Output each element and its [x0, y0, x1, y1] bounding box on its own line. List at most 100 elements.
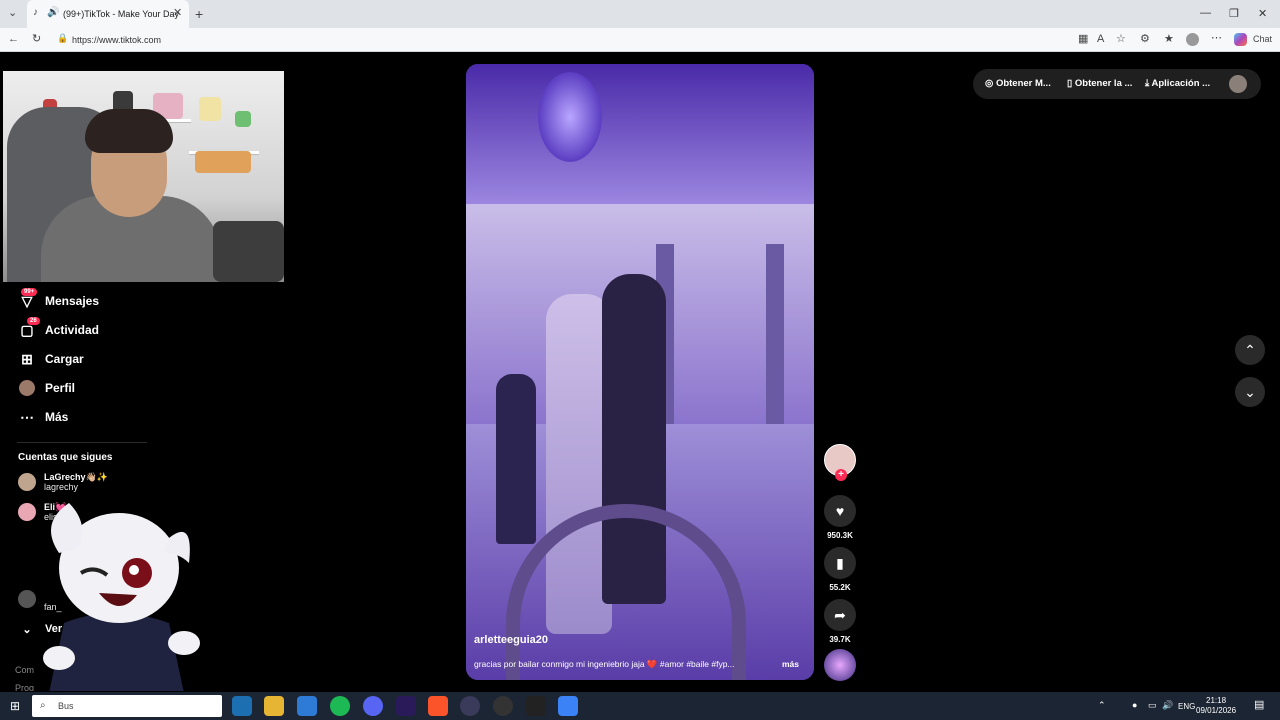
clock-date: 09/01/2026 — [1196, 706, 1237, 715]
messages-badge: 99+ — [21, 288, 38, 296]
user-avatar[interactable] — [1229, 75, 1247, 93]
sidebar-item-label: Más — [45, 410, 69, 424]
back-icon[interactable]: ← — [8, 34, 19, 45]
chevron-down-icon: ⌄ — [1244, 384, 1256, 400]
refresh-icon[interactable]: ↻ — [32, 34, 41, 45]
get-app-button[interactable]: ▯ Obtener la ... — [1067, 78, 1132, 89]
close-window-icon[interactable]: ✕ — [1258, 7, 1267, 20]
previous-video-button[interactable]: ⌃ — [1235, 335, 1265, 365]
microphone-icon[interactable]: ● — [1132, 701, 1137, 710]
address-bar: ← ↻ 🔒 https://www.tiktok.com ▦ A ☆ ⚙ ★ ⋯… — [0, 28, 1280, 52]
new-tab-icon[interactable]: + — [195, 7, 203, 21]
brave-app-icon[interactable] — [428, 696, 448, 716]
video-username[interactable]: arletteeguia20 — [474, 634, 548, 646]
copilot-icon[interactable] — [1234, 33, 1247, 46]
language-indicator[interactable]: ENG — [1178, 702, 1195, 711]
edge-app-icon[interactable] — [232, 696, 252, 716]
mascot-overlay — [43, 503, 200, 691]
like-count: 950.3K — [827, 531, 853, 540]
phone-icon: ▯ — [1067, 78, 1075, 89]
avatar — [18, 473, 36, 491]
next-video-button[interactable]: ⌄ — [1235, 377, 1265, 407]
favorites-icon[interactable]: ★ — [1164, 34, 1174, 45]
webcam-microphone — [213, 221, 284, 282]
more-icon: ⋯ — [20, 409, 34, 425]
webcam-figure — [199, 97, 221, 121]
caption-more-link[interactable]: más — [782, 659, 799, 669]
copilot-chat-label[interactable]: Chat — [1253, 35, 1272, 44]
following-heading: Cuentas que sigues — [18, 452, 113, 463]
translate-icon[interactable]: A — [1097, 34, 1104, 45]
video-scene-chandelier — [538, 72, 602, 162]
sidebar-item-label: Actividad — [45, 323, 100, 337]
tray-chevron-icon[interactable]: ⌃ — [1098, 701, 1106, 710]
sidebar-divider — [17, 442, 147, 443]
video-scene-child — [496, 374, 536, 544]
chevron-up-icon: ⌃ — [1244, 342, 1256, 358]
account-handle: lagrechy — [44, 482, 79, 492]
share-arrow-icon: ➦ — [834, 607, 846, 623]
profile-avatar-icon — [19, 380, 35, 396]
taskbar-clock[interactable]: 21:18 09/01/2026 — [1196, 696, 1236, 716]
favorite-star-icon[interactable]: ☆ — [1116, 34, 1126, 45]
video-scene-ceiling — [466, 64, 814, 204]
upload-icon: ⊞ — [21, 351, 33, 367]
get-coins-label: Obtener M... — [995, 78, 1051, 89]
app-icon[interactable] — [558, 696, 578, 716]
webcam-person-hair — [85, 109, 173, 153]
menu-dots-icon[interactable]: ⋯ — [1211, 33, 1222, 44]
tab-title: (99+)TikTok - Make Your Day — [63, 9, 179, 19]
follow-plus-icon[interactable]: + — [835, 469, 847, 481]
top-actions-bar: ◎ Obtener M... ▯ Obtener la ... ⤓ Aplica… — [973, 69, 1261, 99]
coin-icon: ◎ — [985, 78, 996, 89]
extensions-icon[interactable]: ⚙ — [1140, 34, 1150, 45]
tiktok-favicon-icon: ♪ — [33, 7, 38, 18]
profile-icon[interactable] — [1186, 33, 1199, 46]
network-icon[interactable]: ▭ — [1148, 701, 1157, 710]
spotify-app-icon[interactable] — [330, 696, 350, 716]
like-button[interactable]: ♥ — [824, 495, 856, 527]
app-available-icon[interactable]: ▦ — [1078, 34, 1088, 45]
browser-tab[interactable]: ♪ 🔊 (99+)TikTok - Make Your Day ✕ — [27, 0, 189, 28]
windows-taskbar: ⊞ ⌕ Bus ⌃ ● ▭ 🔊 ENG 21:18 09/01/2026 ▤ — [0, 692, 1280, 720]
share-count: 39.7K — [829, 635, 851, 644]
get-app-label: Obtener la ... — [1074, 78, 1133, 89]
url-field[interactable]: https://www.tiktok.com — [72, 35, 161, 45]
notification-icon[interactable]: ▤ — [1254, 700, 1264, 711]
windows-start-icon[interactable]: ⊞ — [10, 700, 20, 712]
tiktok-page: ▽ 99+ Mensajes ▢ 26 Actividad ⊞ Cargar P… — [3, 53, 1277, 691]
app-icon[interactable] — [460, 696, 480, 716]
activity-badge: 26 — [27, 317, 40, 325]
sidebar-item-label: Cargar — [45, 352, 84, 366]
save-count: 55.2K — [829, 583, 851, 592]
speaker-icon[interactable]: 🔊 — [47, 8, 59, 18]
site-info-icon[interactable]: 🔒 — [57, 34, 68, 43]
premiere-app-icon[interactable] — [396, 696, 416, 716]
search-text: Bus — [58, 701, 74, 711]
webcam-figure — [195, 151, 251, 173]
obs-app-icon[interactable] — [493, 696, 513, 716]
music-disc-icon[interactable] — [824, 649, 856, 681]
restore-icon[interactable]: ❐ — [1229, 7, 1239, 20]
save-button[interactable]: ▮ — [824, 547, 856, 579]
file-explorer-icon[interactable] — [264, 696, 284, 716]
close-tab-icon[interactable]: ✕ — [173, 8, 182, 19]
get-coins-button[interactable]: ◎ Obtener M... — [985, 78, 1051, 89]
webcam-figure — [235, 111, 251, 127]
download-app-label: Aplicación ... — [1151, 78, 1211, 89]
search-icon: ⌕ — [40, 700, 46, 711]
sidebar-item-label: Perfil — [45, 381, 76, 395]
epic-games-icon[interactable] — [526, 696, 546, 716]
video-caption: gracias por bailar conmigo mi ingeniebri… — [474, 659, 735, 669]
volume-icon[interactable]: 🔊 — [1162, 701, 1173, 710]
discord-app-icon[interactable] — [363, 696, 383, 716]
bookmark-icon: ▮ — [836, 555, 844, 571]
store-app-icon[interactable] — [297, 696, 317, 716]
minimize-icon[interactable]: — — [1200, 7, 1211, 19]
share-button[interactable]: ➦ — [824, 599, 856, 631]
webcam-overlay — [3, 71, 284, 282]
taskbar-search[interactable]: ⌕ Bus — [32, 695, 222, 717]
download-app-button[interactable]: ⤓ Aplicación ... — [1145, 78, 1210, 89]
tab-list-icon[interactable]: ⌄ — [8, 8, 17, 19]
video-player[interactable]: arletteeguia20 gracias por bailar conmig… — [466, 64, 814, 680]
